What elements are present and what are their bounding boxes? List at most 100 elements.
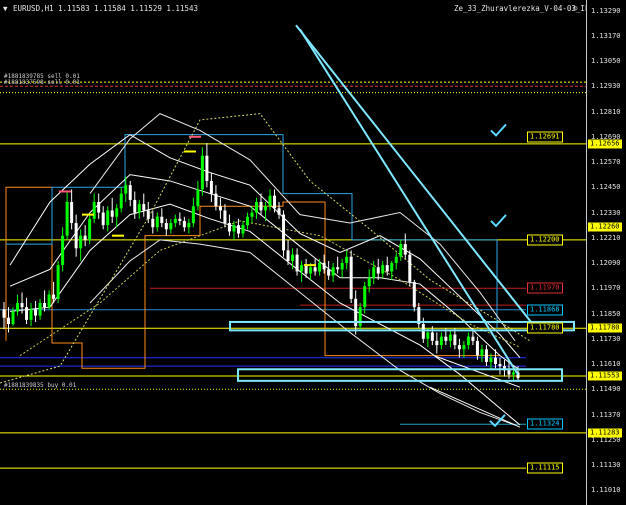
candle-body	[160, 216, 164, 224]
candle-body	[133, 199, 137, 213]
price-level-tag[interactable]: 1.12691	[527, 131, 563, 143]
candle-body	[205, 155, 209, 181]
candle-body	[511, 372, 515, 375]
candle-body	[421, 324, 425, 339]
price-level-tag[interactable]: 1.11780	[527, 322, 563, 334]
candle-body	[43, 303, 47, 308]
candle-body	[372, 267, 376, 278]
candle-body	[200, 155, 204, 190]
candle-body	[178, 218, 182, 221]
trend-line	[429, 386, 521, 428]
candle-body	[381, 265, 385, 274]
order-label[interactable]: #1881837598 sell 0.01	[4, 79, 80, 86]
candle-body	[282, 214, 286, 251]
candle-body	[313, 267, 317, 272]
candle-body	[187, 223, 191, 228]
axis-tick-label: 1.12090	[591, 259, 621, 268]
price-axis[interactable]: 1.13290 1.13170 1.13050 1.12930 1.12810 1.126…	[586, 0, 626, 505]
candle-body	[2, 309, 6, 318]
candle-body	[34, 309, 38, 316]
price-level-tag[interactable]: 1.12200	[527, 234, 563, 246]
axis-tick-label: 1.12810	[591, 107, 621, 116]
axis-tick-label: 1.12330	[591, 208, 621, 217]
chart-menu-icon[interactable]: ▼	[3, 4, 8, 13]
candle-body	[309, 267, 313, 274]
candle-body	[236, 225, 240, 234]
candle-body	[403, 244, 407, 255]
candle-body	[304, 265, 308, 274]
axis-tick-label: 1.11970	[591, 284, 621, 293]
candle-body	[331, 267, 335, 276]
candle-body	[295, 254, 299, 272]
axis-tick-label: 1.11610	[591, 360, 621, 369]
candle-body	[327, 269, 331, 276]
candle-body	[273, 195, 277, 209]
candle-body	[489, 357, 493, 362]
candle-body	[435, 340, 439, 346]
candle-body	[390, 263, 394, 272]
candle-body	[484, 349, 488, 362]
candle-body	[264, 206, 268, 211]
candle-body	[52, 294, 56, 299]
candle-body	[88, 218, 92, 240]
axis-tick-label: 1.12570	[591, 158, 621, 167]
candle-body	[101, 212, 105, 226]
candle-body	[363, 286, 367, 308]
price-chart[interactable]	[0, 0, 586, 505]
candle-body	[408, 254, 412, 282]
candle-body	[214, 193, 218, 207]
candle-body	[173, 218, 177, 224]
candle-body	[444, 336, 448, 341]
candle-body	[83, 235, 87, 240]
candle-body	[376, 267, 380, 274]
candle-body	[92, 202, 96, 219]
price-level-tag[interactable]: 1.11868	[527, 304, 563, 316]
candle-body	[475, 340, 479, 356]
candle-body	[412, 281, 416, 308]
axis-tick-label: 1.12210	[591, 233, 621, 242]
candle-body	[336, 267, 340, 270]
candle-body	[218, 206, 222, 211]
axis-tick-label: 1.13170	[591, 31, 621, 40]
candle-body	[137, 204, 141, 213]
axis-price-tag: 1.12260	[588, 222, 622, 232]
candle-body	[191, 206, 195, 224]
candle-body	[151, 218, 155, 228]
price-level-tag[interactable]: 1.11115	[527, 462, 563, 474]
candle-body	[291, 254, 295, 261]
moving-average-line	[9, 174, 521, 371]
highlight-zone	[229, 320, 575, 332]
candle-body	[498, 364, 502, 367]
axis-tick-label: 1.11130	[591, 461, 621, 470]
candle-body	[119, 193, 123, 209]
axis-tick-label: 1.11730	[591, 334, 621, 343]
indicator-smiley-icon[interactable]: ☺	[573, 4, 578, 13]
candle-body	[286, 250, 290, 261]
axis-price-tag: 1.12656	[588, 139, 622, 149]
chart-window[interactable]: ▼ EURUSD,H1 1.11583 1.11584 1.11529 1.11…	[0, 0, 626, 505]
candle-body	[182, 220, 186, 228]
candle-body	[70, 202, 74, 224]
candle-body	[142, 204, 146, 211]
candle-body	[245, 216, 249, 226]
candle-body	[453, 334, 457, 346]
candle-body	[79, 235, 83, 249]
candle-body	[11, 311, 15, 325]
price-level-tag[interactable]: 1.11970	[527, 282, 563, 294]
candle-body	[345, 256, 349, 264]
candle-body	[439, 336, 443, 346]
candle-body	[493, 357, 497, 365]
order-label[interactable]: #1881839835 buy 0.01	[4, 382, 76, 389]
candle-body	[227, 223, 231, 232]
candle-body	[29, 309, 33, 320]
candle-body	[155, 216, 159, 228]
check-mark-icon	[490, 123, 507, 137]
candle-body	[20, 303, 24, 308]
candle-body	[259, 202, 263, 211]
candle-body	[97, 202, 101, 213]
candle-body	[74, 223, 78, 249]
price-level-tag[interactable]: 1.11324	[527, 418, 563, 430]
symbol-label: EURUSD,H1	[13, 4, 54, 13]
candle-body	[466, 336, 470, 346]
candle-body	[358, 307, 362, 327]
